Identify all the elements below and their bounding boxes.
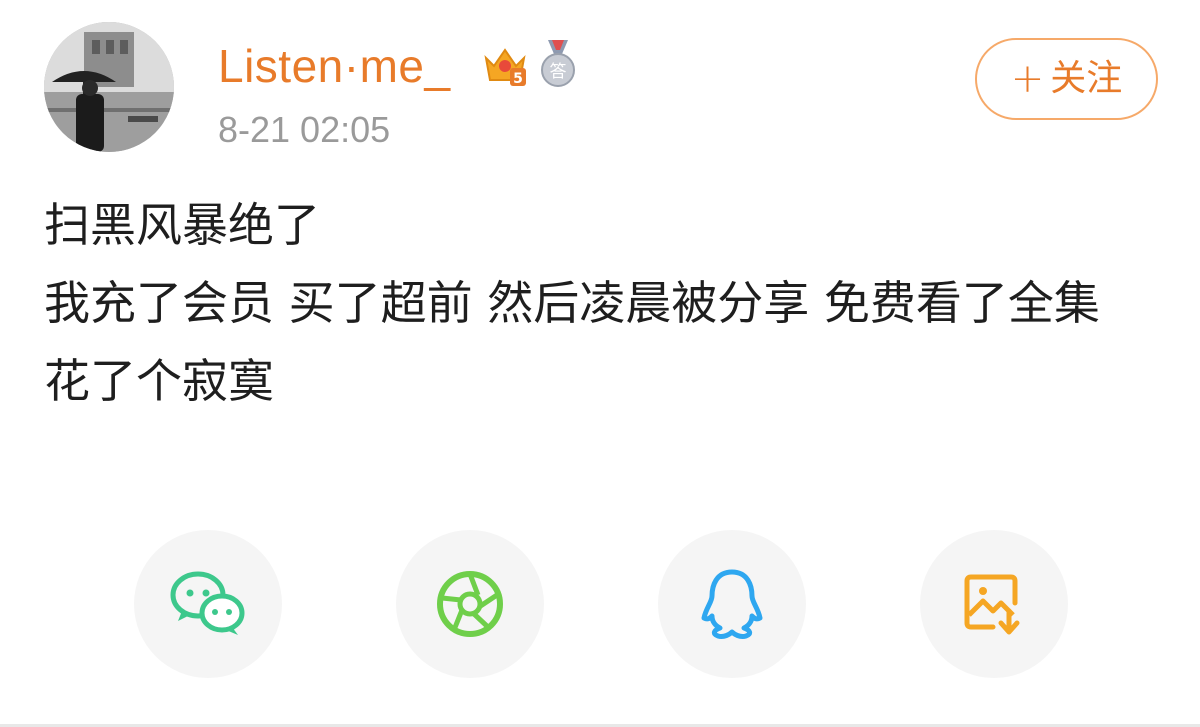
follow-label: 关注 <box>1050 58 1123 99</box>
post-line: 扫黑风暴绝了 <box>44 198 320 252</box>
save-image-button[interactable] <box>920 530 1068 678</box>
share-wechat-button[interactable] <box>134 530 282 678</box>
medal-text: 答 <box>550 62 567 82</box>
author-avatar[interactable] <box>44 22 174 152</box>
share-qq-button[interactable] <box>658 530 806 678</box>
plus-icon: + <box>1010 56 1045 102</box>
vip-level-text: 5 <box>513 71 523 87</box>
author-name[interactable]: Listen·me_ <box>218 38 451 94</box>
post-text: 扫黑风暴绝了 我充了会员 买了超前 然后凌晨被分享 免费看了全集 花了个寂寞 <box>44 186 1164 420</box>
post-line: 花了个寂寞 <box>44 354 274 408</box>
post-line: 我充了会员 买了超前 然后凌晨被分享 免费看了全集 <box>44 276 1100 330</box>
follow-button[interactable]: + 关注 <box>975 38 1158 120</box>
avatar-photo <box>44 22 174 152</box>
answer-medal-icon[interactable]: 答 <box>538 40 578 88</box>
save-image-icon <box>964 574 1020 635</box>
post-timestamp: 8-21 02:05 <box>218 109 391 150</box>
share-moments-button[interactable] <box>396 530 544 678</box>
moments-shutter-icon <box>437 571 503 637</box>
qq-penguin-icon <box>701 569 763 639</box>
wechat-icon <box>170 571 245 635</box>
vip-crown-icon[interactable]: 5 <box>482 42 528 88</box>
